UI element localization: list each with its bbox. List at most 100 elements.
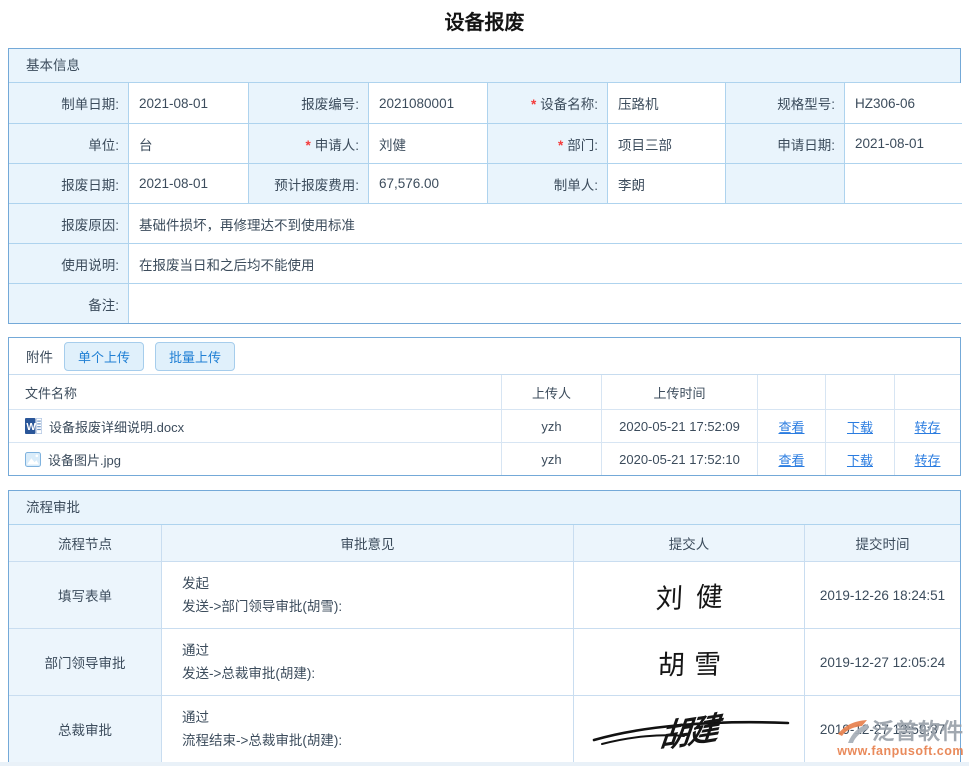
approval-table: 流程节点 审批意见 提交人 提交时间 填写表单 发起 发送->部门领导审批(胡雪…: [9, 525, 960, 762]
value-device-name: 压路机: [607, 83, 725, 123]
col-submitter: 提交人: [573, 525, 804, 561]
save-as-link[interactable]: 转存: [914, 453, 940, 468]
uploader: yzh: [501, 409, 601, 442]
value-spec-model: HZ306-06: [844, 83, 962, 123]
submit-time: 2019-12-26 18:24:51: [804, 561, 960, 628]
value-maker: 李朗: [607, 163, 725, 203]
opinion-line: 发送->部门领导审批(胡雪):: [182, 595, 573, 618]
value-apply-date: 2021-08-01: [844, 123, 962, 163]
view-link[interactable]: 查看: [778, 453, 804, 468]
single-upload-button[interactable]: 单个上传: [64, 342, 144, 371]
attachments-header: 附件 单个上传 批量上传: [9, 338, 960, 375]
approval-section: 流程审批 流程节点 审批意见 提交人 提交时间 填写表单 发起 发送->部门领导…: [8, 490, 961, 763]
label-spec-model: 规格型号:: [725, 83, 844, 123]
label-scrap-no: 报废编号:: [248, 83, 368, 123]
value-applicant: 刘健: [368, 123, 487, 163]
opinion-line: 通过: [182, 706, 573, 729]
attachment-row: W 设备报废详细说明.docx yzh 2020-05-21 17:52:09 …: [9, 409, 960, 442]
image-file-icon: [25, 452, 41, 467]
value-unit: 台: [128, 123, 248, 163]
opinion-line: 发起: [182, 572, 573, 595]
value-department: 项目三部: [607, 123, 725, 163]
value-scrap-date: 2021-08-01: [128, 163, 248, 203]
col-submit-time: 提交时间: [804, 525, 960, 561]
file-name: 设备图片.jpg: [48, 450, 121, 469]
col-action-3: [894, 375, 960, 409]
col-upload-time: 上传时间: [601, 375, 757, 409]
opinion-line: 流程结束->总裁审批(胡建):: [182, 729, 573, 752]
signature: 胡雪: [648, 642, 730, 682]
submit-time: 2019-12-27 13:59:37: [804, 695, 960, 762]
approval-header-row: 流程节点 审批意见 提交人 提交时间: [9, 525, 960, 561]
label-maker: 制单人:: [487, 163, 607, 203]
basic-row-4: 报废原因: 基础件损坏，再修理达不到使用标准: [9, 203, 962, 243]
label-unit: 单位:: [9, 123, 128, 163]
approval-row: 总裁审批 通过 流程结束->总裁审批(胡建): 胡建 2019-12-27 13…: [9, 695, 960, 762]
attachments-section: 附件 单个上传 批量上传 文件名称 上传人 上传时间 W 设备报废详细说明.do…: [8, 337, 961, 476]
page-title: 设备报废: [0, 4, 969, 42]
download-link[interactable]: 下载: [847, 453, 873, 468]
workflow-node: 填写表单: [9, 561, 161, 628]
approval-row: 部门领导审批 通过 发送->总裁审批(胡建): 胡雪 2019-12-27 12…: [9, 628, 960, 695]
signature: 刘健: [642, 574, 737, 616]
required-star: *: [305, 138, 310, 153]
svg-text:W: W: [26, 422, 36, 433]
col-action-2: [825, 375, 894, 409]
basic-row-3: 报废日期: 2021-08-01 预计报废费用: 67,576.00 制单人: …: [9, 163, 962, 203]
download-link[interactable]: 下载: [847, 420, 873, 435]
basic-row-5: 使用说明: 在报废当日和之后均不能使用: [9, 243, 962, 283]
approval-row: 填写表单 发起 发送->部门领导审批(胡雪): 刘健 2019-12-26 18…: [9, 561, 960, 628]
label-scrap-reason: 报废原因:: [9, 203, 128, 243]
basic-info-table: 制单日期: 2021-08-01 报废编号: 2021080001 *设备名称:…: [9, 83, 962, 323]
value-scrap-no: 2021080001: [368, 83, 487, 123]
label-estimated-cost: 预计报废费用:: [248, 163, 368, 203]
save-as-link[interactable]: 转存: [914, 420, 940, 435]
basic-row-1: 制单日期: 2021-08-01 报废编号: 2021080001 *设备名称:…: [9, 83, 962, 123]
attachment-row: 设备图片.jpg yzh 2020-05-21 17:52:10 查看 下载 转…: [9, 442, 960, 475]
required-star: *: [558, 138, 563, 153]
submit-time: 2019-12-27 12:05:24: [804, 628, 960, 695]
attachments-header-row: 文件名称 上传人 上传时间: [9, 375, 960, 409]
uploader: yzh: [501, 442, 601, 475]
bottom-strip: [0, 762, 969, 766]
upload-time: 2020-05-21 17:52:09: [601, 409, 757, 442]
col-file-name: 文件名称: [9, 375, 501, 409]
label-make-date: 制单日期:: [9, 83, 128, 123]
workflow-node: 部门领导审批: [9, 628, 161, 695]
value-usage-note: 在报废当日和之后均不能使用: [128, 243, 962, 283]
label-empty: [725, 163, 844, 203]
batch-upload-button[interactable]: 批量上传: [155, 342, 235, 371]
opinion-line: 通过: [182, 639, 573, 662]
basic-row-2: 单位: 台 *申请人: 刘健 *部门: 项目三部 申请日期: 2021-08-0…: [9, 123, 962, 163]
label-remark: 备注:: [9, 283, 128, 323]
basic-info-header: 基本信息: [9, 49, 960, 83]
upload-time: 2020-05-21 17:52:10: [601, 442, 757, 475]
basic-row-6: 备注:: [9, 283, 962, 323]
attachments-title: 附件: [26, 346, 53, 366]
value-scrap-reason: 基础件损坏，再修理达不到使用标准: [128, 203, 962, 243]
label-department: *部门:: [487, 123, 607, 163]
col-workflow-node: 流程节点: [9, 525, 161, 561]
value-remark: [128, 283, 962, 323]
value-make-date: 2021-08-01: [128, 83, 248, 123]
opinion-line: 发送->总裁审批(胡建):: [182, 662, 573, 685]
col-approval-opinion: 审批意见: [161, 525, 573, 561]
label-scrap-date: 报废日期:: [9, 163, 128, 203]
workflow-node: 总裁审批: [9, 695, 161, 762]
approval-header: 流程审批: [9, 491, 960, 525]
attachments-table: 文件名称 上传人 上传时间 W 设备报废详细说明.docx yzh 2020-0…: [9, 375, 960, 475]
label-applicant: *申请人:: [248, 123, 368, 163]
word-file-icon: W: [25, 418, 42, 434]
col-uploader: 上传人: [501, 375, 601, 409]
value-empty: [844, 163, 962, 203]
value-estimated-cost: 67,576.00: [368, 163, 487, 203]
required-star: *: [531, 97, 536, 112]
file-name: 设备报废详细说明.docx: [49, 417, 184, 436]
signature: 胡建: [658, 701, 721, 757]
col-action-1: [757, 375, 825, 409]
label-usage-note: 使用说明:: [9, 243, 128, 283]
label-apply-date: 申请日期:: [725, 123, 844, 163]
view-link[interactable]: 查看: [778, 420, 804, 435]
basic-info-section: 基本信息 制单日期: 2021-08-01 报废编号: 2021080001 *…: [8, 48, 961, 324]
label-device-name: *设备名称:: [487, 83, 607, 123]
